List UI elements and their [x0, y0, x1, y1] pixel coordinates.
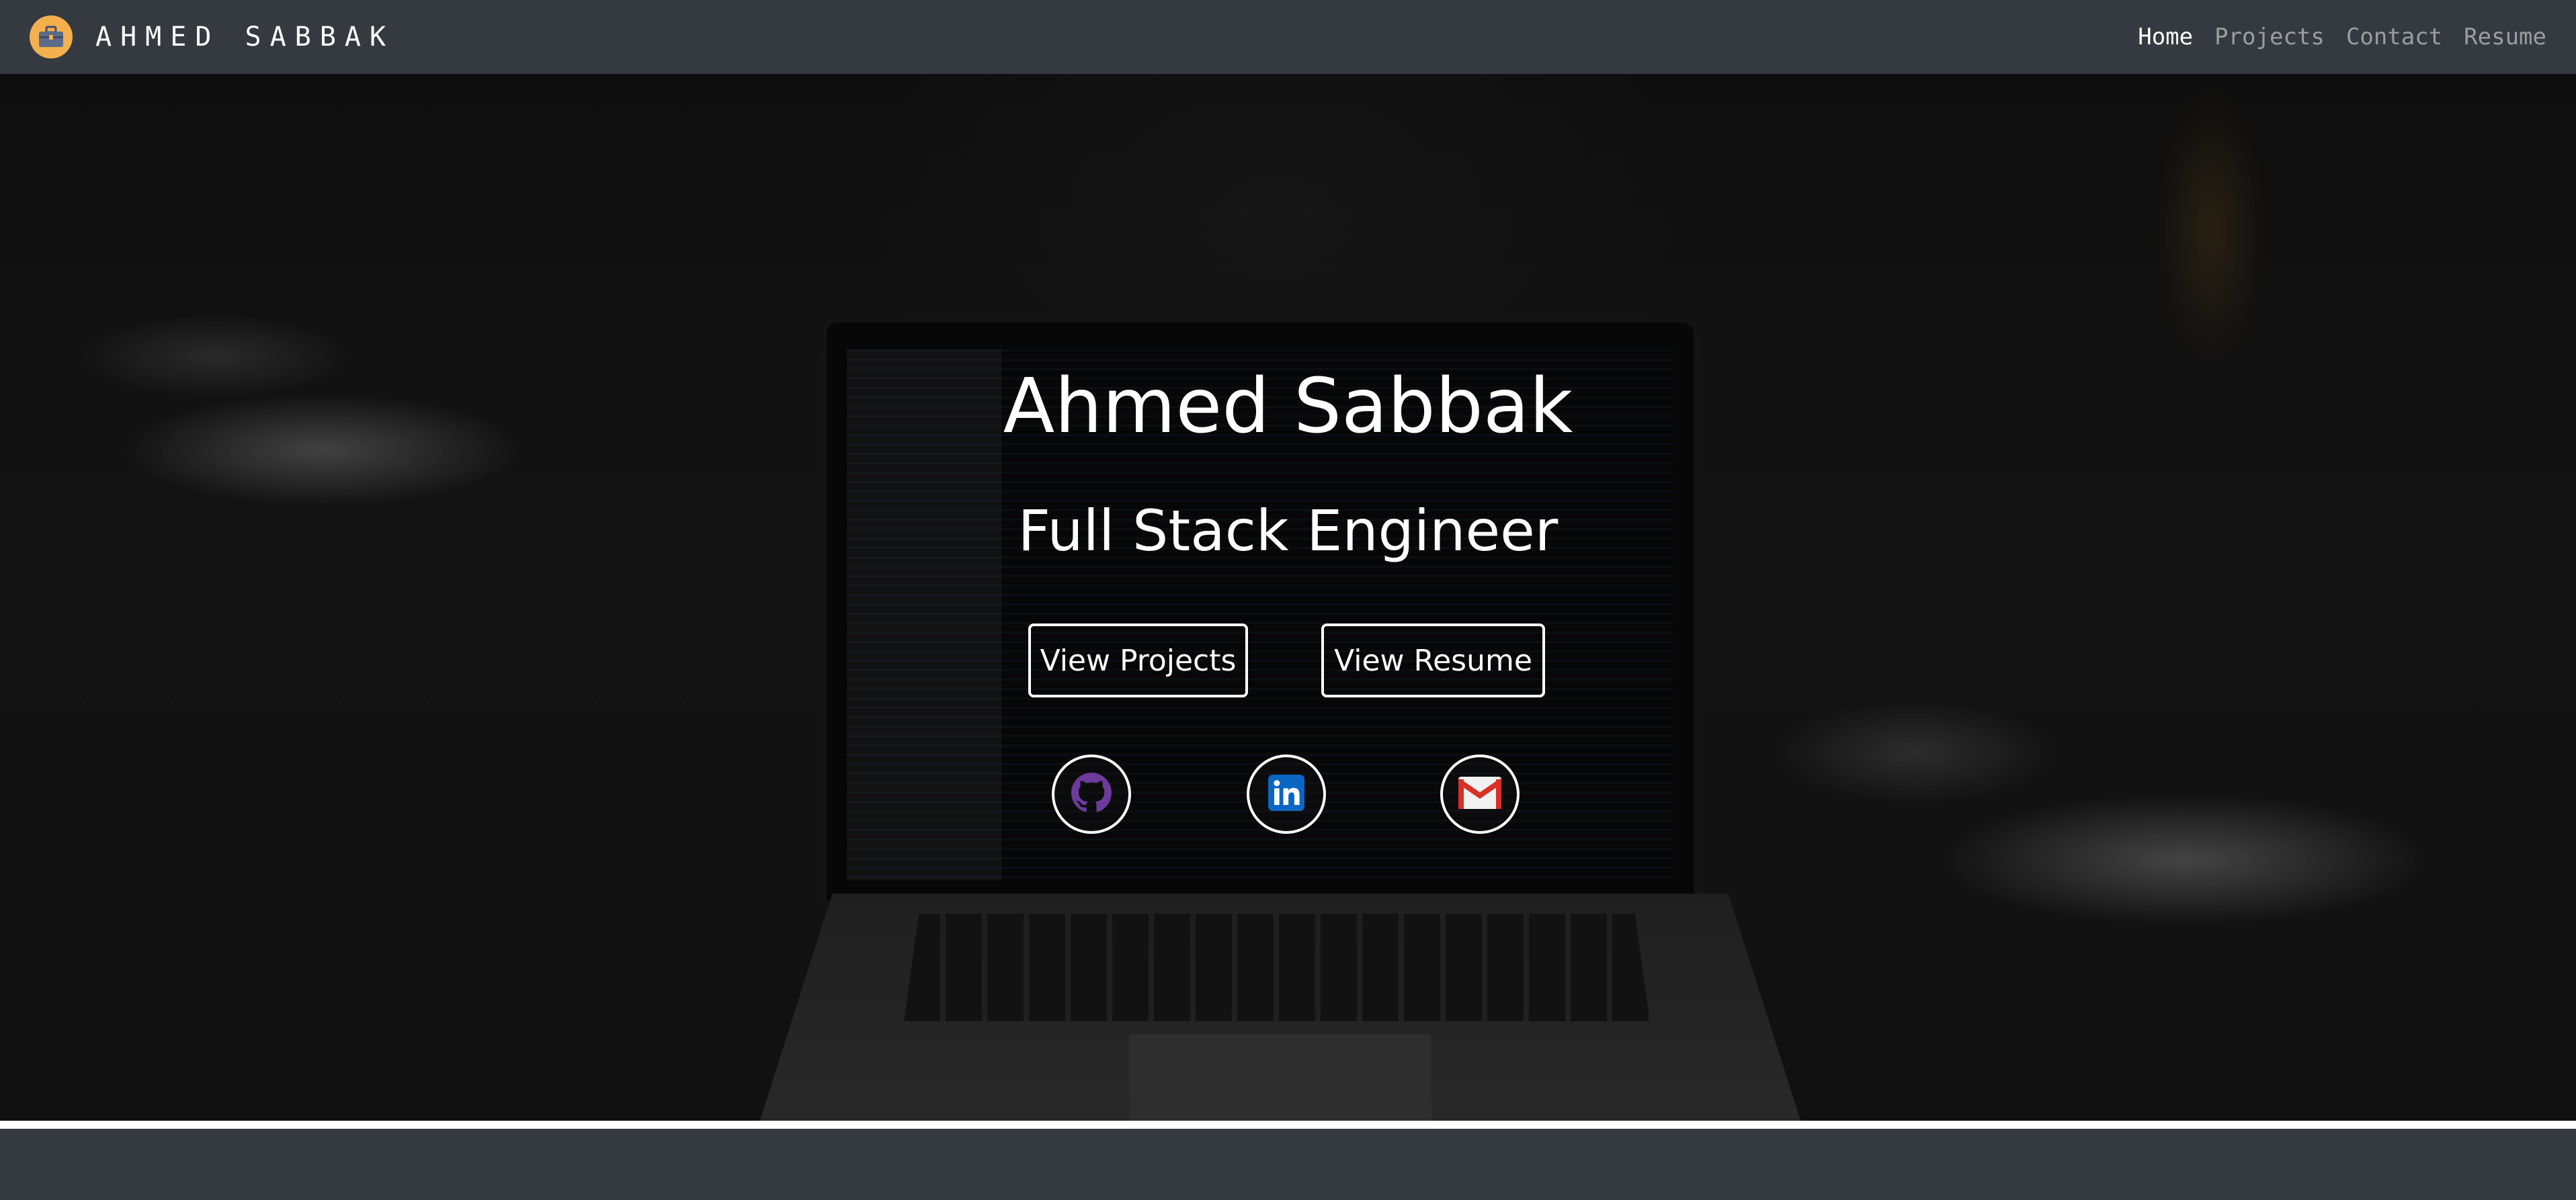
nav-resume[interactable]: Resume: [2464, 24, 2546, 50]
hero-content: Ahmed Sabbak Full Stack Engineer View Pr…: [0, 74, 2576, 1121]
section-divider: [0, 1121, 2576, 1129]
next-section: [0, 1129, 2576, 1200]
view-resume-button[interactable]: View Resume: [1321, 624, 1545, 697]
linkedin-link[interactable]: [1247, 755, 1326, 834]
hero-subtitle: Full Stack Engineer: [1017, 498, 1559, 564]
gmail-link[interactable]: [1440, 755, 1520, 834]
github-icon: [1071, 773, 1112, 816]
navbar: AHMED SABBAK Home Projects Contact Resum…: [0, 0, 2576, 74]
gmail-icon: [1456, 776, 1503, 812]
view-projects-button[interactable]: View Projects: [1028, 624, 1248, 697]
brand-name: AHMED SABBAK: [95, 22, 394, 52]
nav-contact[interactable]: Contact: [2346, 24, 2442, 50]
nav-links: Home Projects Contact Resume: [2116, 24, 2546, 50]
nav-home[interactable]: Home: [2138, 24, 2193, 50]
linkedin-icon: [1268, 775, 1304, 814]
hero-section: Ahmed Sabbak Full Stack Engineer View Pr…: [0, 74, 2576, 1121]
hero-title: Ahmed Sabbak: [1003, 363, 1573, 450]
nav-projects[interactable]: Projects: [2214, 24, 2325, 50]
briefcase-icon: [30, 15, 73, 58]
github-link[interactable]: [1052, 755, 1131, 834]
brand[interactable]: AHMED SABBAK: [30, 15, 394, 58]
